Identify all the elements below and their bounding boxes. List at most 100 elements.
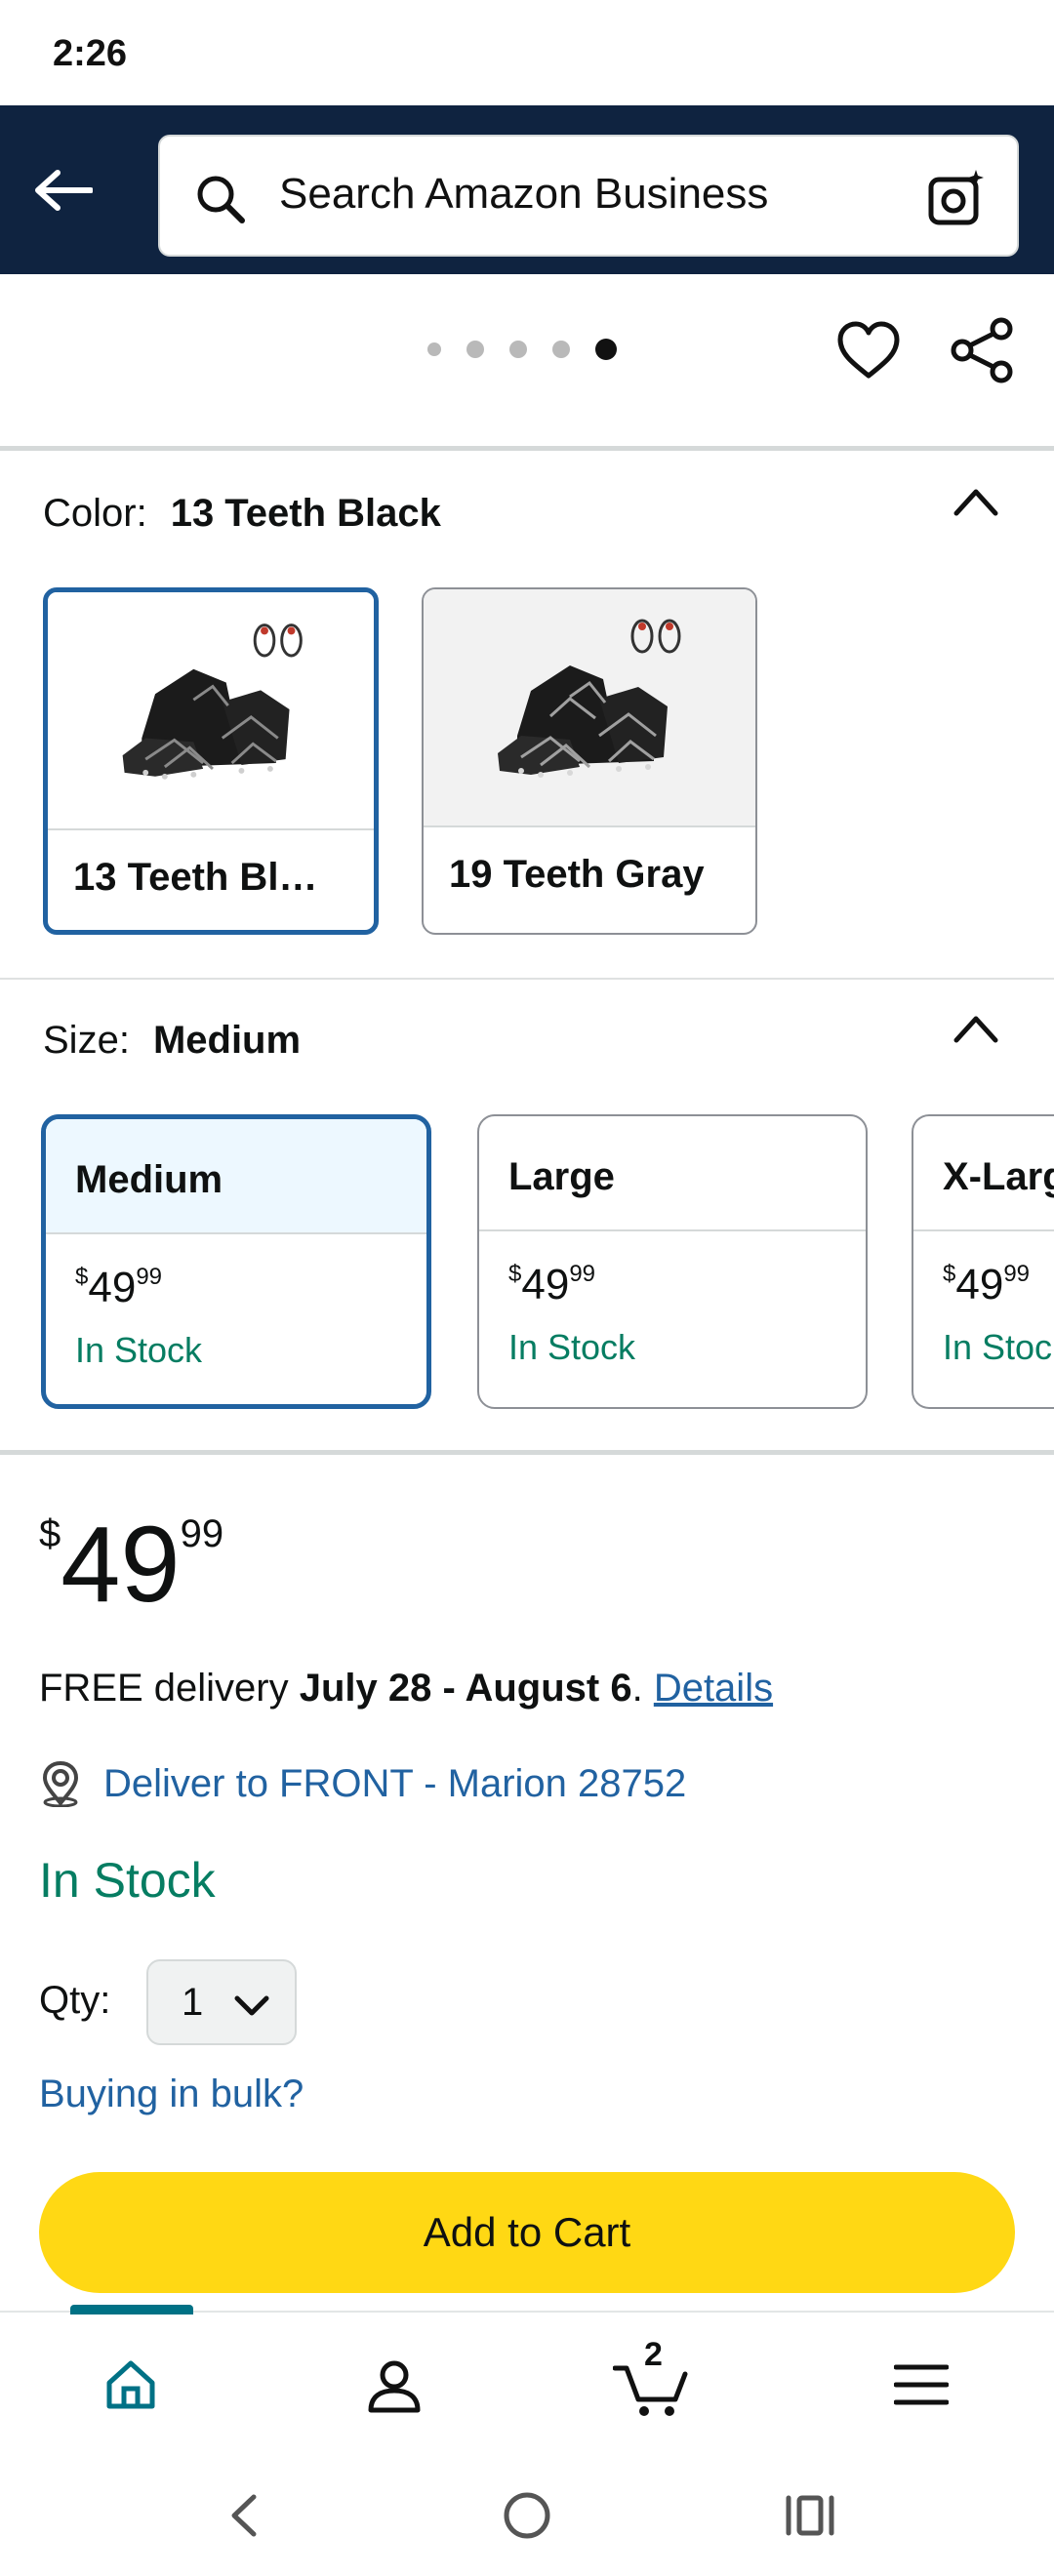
price-currency: $: [508, 1261, 522, 1287]
nav-menu[interactable]: [882, 2346, 960, 2424]
color-option-name: 13 Teeth Bl…: [73, 856, 318, 899]
cart-count: 2: [644, 2336, 663, 2373]
carousel-dot[interactable]: [552, 341, 570, 358]
recents-icon: [786, 2495, 834, 2536]
size-option-stock: In Stock: [75, 1330, 203, 1370]
heart-icon[interactable]: [834, 317, 903, 385]
search-input[interactable]: Search Amazon Business: [158, 135, 1019, 257]
chevron-down-icon: [234, 1995, 269, 2016]
price-whole: 49: [88, 1264, 137, 1311]
size-option-header: Medium: [46, 1119, 426, 1232]
status-bar: 2:26: [0, 0, 1054, 105]
size-selected-value: Medium: [152, 1019, 302, 1062]
color-option-name: 19 Teeth Gray: [449, 853, 705, 896]
tile-divider: [479, 1229, 866, 1231]
color-selected-value: 13 Teeth Black: [170, 492, 441, 535]
size-option-price: $4999: [508, 1261, 595, 1309]
size-option-name: X-Large: [943, 1155, 1054, 1198]
nav-account[interactable]: [355, 2346, 433, 2424]
delivery-prefix: FREE delivery: [39, 1667, 300, 1710]
chevron-left-icon: [231, 2494, 257, 2537]
image-carousel-row: [0, 274, 1054, 448]
divider: [0, 1450, 1054, 1455]
size-option-header: Large: [479, 1116, 866, 1229]
size-option-name: Large: [508, 1155, 615, 1198]
size-option-x-large[interactable]: X-Large $4999 In Stock: [912, 1114, 1054, 1409]
color-option-13-teeth-black[interactable]: 13 Teeth Bl…: [43, 587, 379, 935]
qty-label: Qty:: [39, 1979, 111, 2022]
chevron-up-icon[interactable]: [949, 482, 1003, 521]
color-label: Color: 13 Teeth Black: [43, 492, 441, 536]
carousel-dot[interactable]: [509, 341, 527, 358]
arrow-left-icon: [35, 170, 93, 211]
size-option-name: Medium: [75, 1158, 223, 1201]
camera-search-icon[interactable]: [925, 166, 990, 230]
price-fraction: 99: [1003, 1261, 1031, 1287]
tile-divider: [913, 1229, 1054, 1231]
search-icon: [197, 176, 245, 223]
top-header: Search Amazon Business: [0, 105, 1054, 274]
product-price: $4999: [39, 1503, 223, 1627]
size-label: Size: Medium: [43, 1019, 301, 1063]
chevron-up-icon[interactable]: [949, 1009, 1003, 1048]
product-thumbnail: [424, 589, 755, 825]
size-option-stock: In Stock: [943, 1327, 1054, 1367]
carousel-dot[interactable]: [466, 341, 484, 358]
product-thumbnail: [48, 592, 374, 828]
system-back-button[interactable]: [215, 2486, 273, 2545]
add-to-cart-button[interactable]: Add to Cart: [39, 2172, 1015, 2293]
size-option-large[interactable]: Large $4999 In Stock: [477, 1114, 868, 1409]
details-link[interactable]: Details: [654, 1667, 773, 1710]
qty-value: 1: [182, 1981, 204, 2024]
size-label-text: Size:: [43, 1019, 130, 1062]
size-option-price: $4999: [943, 1261, 1030, 1309]
location-pin-icon: [42, 1760, 79, 1807]
divider: [0, 978, 1054, 980]
tile-divider: [46, 1232, 426, 1234]
delivery-suffix: .: [631, 1667, 654, 1710]
delivery-dates: July 28 - August 6: [299, 1667, 632, 1710]
color-option-19-teeth-gray[interactable]: 19 Teeth Gray: [422, 587, 757, 935]
account-icon: [368, 2360, 421, 2413]
carousel-dots[interactable]: [427, 339, 617, 360]
size-option-medium[interactable]: Medium $4999 In Stock: [41, 1114, 431, 1409]
color-label-text: Color:: [43, 492, 147, 535]
buying-in-bulk-link[interactable]: Buying in bulk?: [39, 2073, 304, 2116]
active-tab-indicator: [70, 2305, 193, 2314]
divider: [0, 446, 1054, 451]
nav-cart[interactable]: 2: [613, 2336, 691, 2424]
bottom-navigation: 2: [0, 2305, 1054, 2447]
search-placeholder: Search Amazon Business: [279, 170, 769, 218]
price-currency: $: [75, 1264, 89, 1290]
menu-icon: [894, 2364, 949, 2405]
nav-home[interactable]: [92, 2346, 170, 2424]
tile-divider: [424, 825, 755, 827]
size-option-stock: In Stock: [508, 1327, 636, 1367]
price-fraction: 99: [136, 1264, 163, 1290]
home-icon: [106, 2360, 155, 2409]
share-icon[interactable]: [947, 315, 1017, 385]
price-currency: $: [39, 1512, 61, 1555]
price-fraction: 99: [180, 1512, 224, 1555]
location-text: Deliver to FRONT - Marion 28752: [103, 1761, 687, 1805]
price-currency: $: [943, 1261, 956, 1287]
carousel-dot-active[interactable]: [595, 339, 617, 360]
delivery-info: FREE delivery July 28 - August 6. Detail…: [39, 1667, 773, 1711]
quantity-dropdown[interactable]: 1: [146, 1959, 297, 2045]
carousel-dot[interactable]: [427, 342, 441, 356]
availability-status: In Stock: [39, 1853, 216, 1908]
price-whole: 49: [955, 1261, 1004, 1308]
status-time: 2:26: [53, 33, 128, 74]
price-whole: 49: [61, 1505, 181, 1625]
system-navigation-bar: [0, 2447, 1054, 2576]
system-recents-button[interactable]: [781, 2486, 839, 2545]
size-option-price: $4999: [75, 1264, 162, 1312]
deliver-to-location[interactable]: Deliver to FRONT - Marion 28752: [39, 1756, 686, 1811]
system-home-button[interactable]: [498, 2486, 556, 2545]
size-option-header: X-Large: [913, 1116, 1054, 1229]
price-whole: 49: [521, 1261, 570, 1308]
back-button[interactable]: [27, 154, 100, 226]
price-fraction: 99: [569, 1261, 596, 1287]
circle-home-icon: [504, 2492, 550, 2539]
tile-divider: [48, 828, 374, 830]
